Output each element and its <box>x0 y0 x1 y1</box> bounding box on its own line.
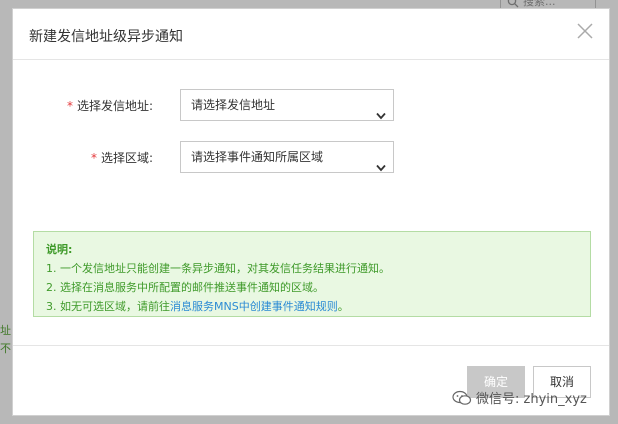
region-label-text: 选择区域: <box>100 151 153 165</box>
note-line-3-prefix: 3. 如无可选区域，请前往 <box>46 300 170 313</box>
dialog-title: 新建发信地址级异步通知 <box>29 29 183 45</box>
create-notification-dialog: 新建发信地址级异步通知 * 选择发信地址: 请选择发信地址 * 选择区域: 请选择事… <box>12 8 610 416</box>
sender-address-label: * 选择发信地址: <box>67 97 153 114</box>
watermark-text: 微信号: zhyin_xyz <box>476 392 587 407</box>
region-select[interactable]: 请选择事件通知所属区域 <box>180 141 394 173</box>
note-title: 说明: <box>46 243 73 256</box>
note-line-3-suffix: 。 <box>337 300 349 313</box>
chevron-down-icon <box>376 153 386 172</box>
region-label: * 选择区域: <box>91 149 153 166</box>
sender-address-select[interactable]: 请选择发信地址 <box>180 89 394 121</box>
chevron-down-icon <box>376 101 386 120</box>
dialog-header: 新建发信地址级异步通知 <box>13 9 609 60</box>
note-line-3: 3. 如无可选区域，请前往消息服务MNS中创建事件通知规则。 <box>46 297 578 316</box>
form-row-sender-address: * 选择发信地址: 请选择发信地址 <box>13 89 609 121</box>
mns-rule-link[interactable]: 消息服务MNS中创建事件通知规则 <box>170 300 338 313</box>
region-select-value: 请选择事件通知所属区域 <box>191 150 324 164</box>
info-note: 说明: 1. 一个发信地址只能创建一条异步通知，对其发信任务结果进行通知。 2.… <box>33 231 591 317</box>
required-mark: * <box>90 151 97 165</box>
wechat-watermark: 微信号: zhyin_xyz <box>452 388 587 410</box>
sender-address-label-text: 选择发信地址: <box>76 99 153 113</box>
form-row-region: * 选择区域: 请选择事件通知所属区域 <box>13 141 609 173</box>
note-line-1: 1. 一个发信地址只能创建一条异步通知，对其发信任务结果进行通知。 <box>46 262 390 275</box>
wechat-icon <box>452 390 472 410</box>
required-mark: * <box>66 99 73 113</box>
note-line-2: 2. 选择在消息服务中所配置的邮件推送事件通知的区域。 <box>46 281 324 294</box>
sender-address-select-value: 请选择发信地址 <box>191 98 276 112</box>
close-icon[interactable] <box>575 21 595 41</box>
